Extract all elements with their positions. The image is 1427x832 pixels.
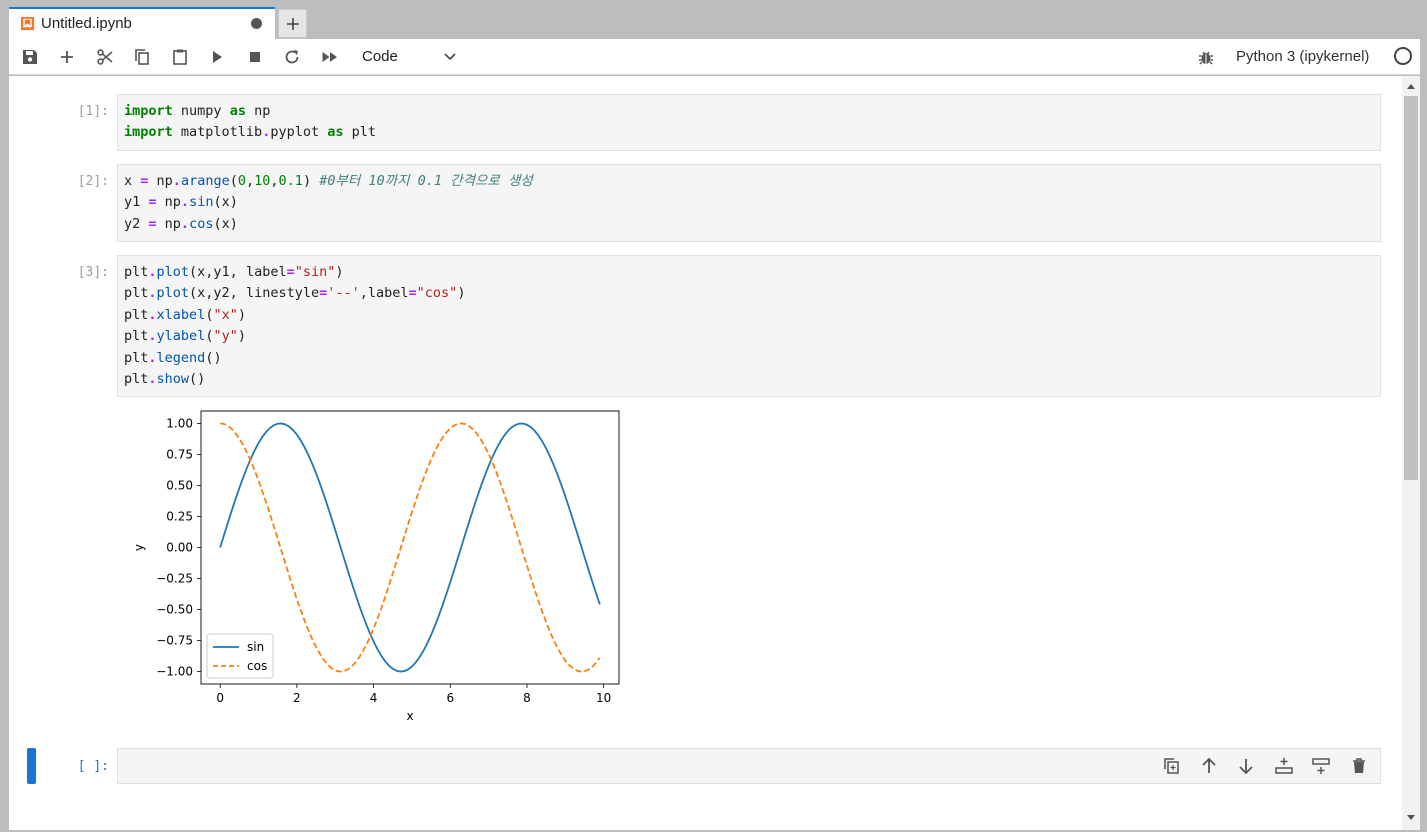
cut-icon: [97, 49, 113, 65]
kernel-name[interactable]: Python 3 (ipykernel): [1236, 48, 1369, 65]
move-up-icon[interactable]: [1199, 756, 1219, 776]
copy-button[interactable]: [131, 46, 153, 68]
paste-icon: [173, 49, 187, 65]
y-tick-label: −0.25: [156, 572, 193, 586]
y-tick-label: −0.75: [156, 634, 193, 648]
copy-icon: [135, 49, 149, 65]
code-line: plt.plot(x,y1, label="sin"): [124, 264, 344, 280]
code-line: plt.show(): [124, 371, 206, 388]
chevron-down-icon: [444, 53, 456, 61]
code-line: x = np.arange(0,10,0.1) #0부터 10까지 0.1 간격…: [124, 173, 533, 189]
tab-bar: Untitled.ipynb: [0, 0, 1427, 39]
code-line: import numpy as np: [124, 103, 271, 119]
cut-button[interactable]: [94, 46, 116, 68]
insert-above-icon[interactable]: [1274, 756, 1294, 776]
unsaved-indicator-icon[interactable]: [251, 18, 262, 29]
tab-title: Untitled.ipynb: [41, 15, 132, 32]
kernel-status-icon: [1394, 47, 1412, 65]
legend-label-sin: sin: [247, 640, 264, 654]
run-icon: [213, 51, 222, 63]
restart-button[interactable]: [281, 46, 303, 68]
code-cell-2[interactable]: x = np.arange(0,10,0.1) #0부터 10까지 0.1 간격…: [117, 164, 1381, 242]
fast-forward-icon: [322, 52, 337, 62]
move-down-icon[interactable]: [1236, 756, 1256, 776]
plus-icon: [61, 51, 73, 63]
code-line: plt.plot(x,y2, linestyle='--',label="cos…: [124, 285, 466, 302]
x-tick-label: 6: [446, 691, 454, 705]
y-tick-label: −0.50: [156, 603, 193, 617]
scrollbar-thumb[interactable]: [1404, 96, 1418, 480]
stop-icon: [250, 52, 260, 62]
cell-action-toolbar: [1159, 756, 1369, 776]
y-tick-label: 1.00: [166, 416, 193, 430]
notebook-toolbar: Code Python 3 (ipykernel): [9, 39, 1420, 75]
code-cell-1[interactable]: import numpy as np import matplotlib.pyp…: [117, 94, 1381, 151]
code-cell-3[interactable]: plt.plot(x,y1, label="sin") plt.plot(x,y…: [117, 255, 1381, 397]
tab-untitled-ipynb[interactable]: Untitled.ipynb: [9, 7, 275, 39]
code-line: import matplotlib.pyplot as plt: [124, 124, 377, 141]
y-tick-label: 0.50: [166, 478, 193, 492]
duplicate-cell-icon[interactable]: [1162, 756, 1182, 776]
vertical-scrollbar[interactable]: [1402, 76, 1420, 830]
line-chart: 0 2 4 6 8 10 −1.00 −0.75 −0.50 −0.25 0.00 0.25 0.50 0…: [132, 410, 620, 723]
debugger-icon[interactable]: [1197, 48, 1215, 66]
window-edge: [1420, 39, 1427, 832]
cell-prompt: [ ]:: [77, 759, 109, 774]
restart-icon: [285, 50, 299, 64]
run-button[interactable]: [206, 46, 228, 68]
y-tick-label: −1.00: [156, 665, 193, 679]
x-tick-label: 8: [523, 691, 531, 705]
x-axis-label: x: [406, 709, 413, 723]
interrupt-button[interactable]: [244, 46, 266, 68]
notebook-panel: [1]: import numpy as np import matplotli…: [9, 76, 1402, 830]
code-line: plt.xlabel("x"): [124, 306, 246, 323]
x-tick-label: 4: [370, 691, 378, 705]
cell-prompt: [2]:: [77, 174, 109, 189]
cell-output-plot: 0 2 4 6 8 10 −1.00 −0.75 −0.50 −0.25 0.00 0.25 0.50 0…: [125, 406, 625, 728]
x-tick-label: 0: [216, 691, 224, 705]
cell-prompt: [1]:: [77, 104, 109, 119]
y-axis-label: y: [132, 544, 146, 551]
plus-icon: [286, 17, 299, 30]
delete-cell-icon[interactable]: [1349, 756, 1369, 776]
cell-type-select[interactable]: Code: [362, 46, 472, 68]
code-line: y2 = np.cos(x): [124, 215, 238, 232]
scroll-up-icon[interactable]: [1407, 84, 1415, 89]
x-tick-label: 2: [293, 691, 301, 705]
code-line: plt.legend(): [124, 349, 222, 366]
cell-type-value: Code: [362, 48, 398, 65]
y-tick-label: 0.25: [166, 509, 193, 523]
new-tab-button[interactable]: [278, 9, 307, 38]
cell-prompt: [3]:: [77, 265, 109, 280]
x-tick-label: 10: [596, 691, 611, 705]
notebook-icon: [20, 16, 35, 31]
code-line: plt.ylabel("y"): [124, 328, 246, 345]
code-line: y1 = np.sin(x): [124, 194, 238, 211]
scroll-down-icon[interactable]: [1407, 815, 1415, 820]
legend-label-cos: cos: [247, 659, 267, 673]
insert-cell-button[interactable]: [56, 46, 78, 68]
paste-button[interactable]: [169, 46, 191, 68]
save-icon: [23, 50, 37, 64]
restart-run-all-button[interactable]: [319, 46, 341, 68]
y-tick-label: 0.75: [166, 447, 193, 461]
save-button[interactable]: [19, 46, 41, 68]
insert-below-icon[interactable]: [1311, 756, 1331, 776]
y-tick-label: 0.00: [166, 541, 193, 555]
